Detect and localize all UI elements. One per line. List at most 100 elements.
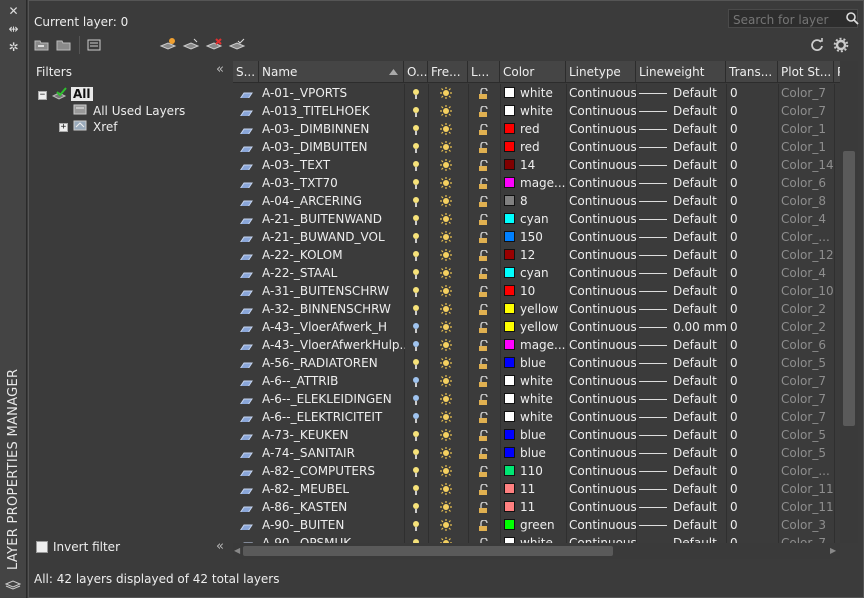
table-row[interactable]: A-32-_BINNENSCHRW yellow Continuous Default… xyxy=(233,300,858,318)
unlocked-padlock-icon[interactable] xyxy=(477,303,489,316)
layer-linetype[interactable]: Continuous xyxy=(569,210,636,228)
layer-name[interactable]: A-43-_VloerAfwerk_H xyxy=(262,318,405,336)
table-row[interactable]: A-03-_DIMBINNEN red Continuous Default 0 Colo… xyxy=(233,120,858,138)
layer-name[interactable]: A-32-_BINNENSCHRW xyxy=(262,300,405,318)
layer-lineweight[interactable]: Default xyxy=(639,480,726,498)
layer-lineweight[interactable]: Default xyxy=(639,390,726,408)
set-current-icon[interactable] xyxy=(228,37,246,53)
unlocked-padlock-icon[interactable] xyxy=(477,501,489,514)
layer-on-bulb-icon[interactable] xyxy=(412,178,420,190)
layer-linetype[interactable]: Continuous xyxy=(569,480,636,498)
column-color[interactable]: Color xyxy=(500,61,566,83)
layer-lineweight[interactable]: Default xyxy=(639,426,726,444)
layer-linetype[interactable]: Continuous xyxy=(569,120,636,138)
layer-lineweight[interactable]: Default xyxy=(639,138,726,156)
layer-transparency[interactable]: 0 xyxy=(730,246,778,264)
unlocked-padlock-icon[interactable] xyxy=(477,177,489,190)
table-row[interactable]: A-6--_ELEKTRICITEIT white Continuous Defaul… xyxy=(233,408,858,426)
column-freeze[interactable]: Fre... xyxy=(428,61,468,83)
layer-transparency[interactable]: 0 xyxy=(730,264,778,282)
layer-linetype[interactable]: Continuous xyxy=(569,228,636,246)
collapse-filters-icon[interactable]: « xyxy=(216,63,228,76)
layer-name[interactable]: A-04-_ARCERING xyxy=(262,192,405,210)
layer-lineweight[interactable]: Default xyxy=(639,408,726,426)
layer-linetype[interactable]: Continuous xyxy=(569,408,636,426)
column-lineweight[interactable]: Lineweight xyxy=(636,61,726,83)
layer-transparency[interactable]: 0 xyxy=(730,462,778,480)
thaw-sun-icon[interactable] xyxy=(438,266,454,280)
layer-transparency[interactable]: 0 xyxy=(730,444,778,462)
table-row[interactable]: A-03-_DIMBUITEN red Continuous Default 0 Colo… xyxy=(233,138,858,156)
layer-name[interactable]: A-6--_ELEKLEIDINGEN xyxy=(262,390,405,408)
unlocked-padlock-icon[interactable] xyxy=(477,375,489,388)
table-row[interactable]: A-90-_BUITEN green Continuous Default 0 Color… xyxy=(233,516,858,534)
layer-color[interactable]: blue xyxy=(504,354,566,372)
unlocked-padlock-icon[interactable] xyxy=(477,393,489,406)
layer-transparency[interactable]: 0 xyxy=(730,354,778,372)
layer-color[interactable]: yellow xyxy=(504,318,566,336)
layer-linetype[interactable]: Continuous xyxy=(569,102,636,120)
layer-linetype[interactable]: Continuous xyxy=(569,498,636,516)
layer-transparency[interactable]: 0 xyxy=(730,210,778,228)
layer-color[interactable]: 150 xyxy=(504,228,566,246)
layer-linetype[interactable]: Continuous xyxy=(569,336,636,354)
layer-name[interactable]: A-6--_ELEKTRICITEIT xyxy=(262,408,405,426)
layer-transparency[interactable]: 0 xyxy=(730,498,778,516)
layer-linetype[interactable]: Continuous xyxy=(569,84,636,102)
horizontal-scroll-thumb[interactable] xyxy=(243,546,613,556)
layer-color[interactable]: 8 xyxy=(504,192,566,210)
unlocked-padlock-icon[interactable] xyxy=(477,141,489,154)
table-row[interactable]: A-01-_VPORTS white Continuous Default 0 Color… xyxy=(233,84,858,102)
thaw-sun-icon[interactable] xyxy=(438,428,454,442)
thaw-sun-icon[interactable] xyxy=(438,410,454,424)
layer-lineweight[interactable]: Default xyxy=(639,228,726,246)
layer-linetype[interactable]: Continuous xyxy=(569,156,636,174)
layer-color[interactable]: red xyxy=(504,120,566,138)
layer-on-bulb-icon[interactable] xyxy=(412,214,420,226)
thaw-sun-icon[interactable] xyxy=(438,194,454,208)
layer-name[interactable]: A-82-_MEUBEL xyxy=(262,480,405,498)
layer-on-bulb-icon[interactable] xyxy=(412,502,420,514)
thaw-sun-icon[interactable] xyxy=(438,176,454,190)
layer-transparency[interactable]: 0 xyxy=(730,192,778,210)
layer-lineweight[interactable]: Default xyxy=(639,372,726,390)
layer-transparency[interactable]: 0 xyxy=(730,120,778,138)
table-row[interactable]: A-013_TITELHOEK white Continuous Default 0 Co… xyxy=(233,102,858,120)
thaw-sun-icon[interactable] xyxy=(438,500,454,514)
layer-color[interactable]: blue xyxy=(504,444,566,462)
table-row[interactable]: A-6--_ATTRIB white Continuous Default 0 Color… xyxy=(233,372,858,390)
tree-item-all-used-layers[interactable]: All Used Layers xyxy=(93,104,185,118)
thaw-sun-icon[interactable] xyxy=(438,212,454,226)
layer-color[interactable]: 110 xyxy=(504,462,566,480)
layer-name[interactable]: A-74-_SANITAIR xyxy=(262,444,405,462)
layer-on-bulb-icon[interactable] xyxy=(412,304,420,316)
layer-color[interactable]: 11 xyxy=(504,480,566,498)
table-row[interactable]: A-31-_BUITENSCHRW 10 Continuous Default 0 Col… xyxy=(233,282,858,300)
unlocked-padlock-icon[interactable] xyxy=(477,105,489,118)
thaw-sun-icon[interactable] xyxy=(438,86,454,100)
thaw-sun-icon[interactable] xyxy=(438,446,454,460)
table-row[interactable]: A-43-_VloerAfwerkHulp... mage... Continuou… xyxy=(233,336,858,354)
layer-color[interactable]: 11 xyxy=(504,498,566,516)
layer-color[interactable]: mage... xyxy=(504,336,566,354)
unlocked-padlock-icon[interactable] xyxy=(477,447,489,460)
layer-lineweight[interactable]: Default xyxy=(639,192,726,210)
scroll-right-icon[interactable]: ▶ xyxy=(830,545,838,557)
layer-transparency[interactable]: 0 xyxy=(730,282,778,300)
layer-transparency[interactable]: 0 xyxy=(730,138,778,156)
table-row[interactable]: A-03-_TEXT 14 Continuous Default 0 Color_14 xyxy=(233,156,858,174)
layer-name[interactable]: A-90-_BUITEN xyxy=(262,516,405,534)
layer-on-bulb-icon[interactable] xyxy=(412,484,420,496)
layer-name[interactable]: A-013_TITELHOEK xyxy=(262,102,405,120)
unlocked-padlock-icon[interactable] xyxy=(477,195,489,208)
thaw-sun-icon[interactable] xyxy=(438,338,454,352)
table-row[interactable]: A-22-_KOLOM 12 Continuous Default 0 Color_12 xyxy=(233,246,858,264)
layer-name[interactable]: A-86-_KASTEN xyxy=(262,498,405,516)
column-lock[interactable]: L... xyxy=(468,61,500,83)
layer-lineweight[interactable]: Default xyxy=(639,516,726,534)
layer-linetype[interactable]: Continuous xyxy=(569,390,636,408)
layer-transparency[interactable]: 0 xyxy=(730,408,778,426)
layer-name[interactable]: A-03-_TXT70 xyxy=(262,174,405,192)
layer-lineweight[interactable]: Default xyxy=(639,84,726,102)
layer-lineweight[interactable]: Default xyxy=(639,282,726,300)
